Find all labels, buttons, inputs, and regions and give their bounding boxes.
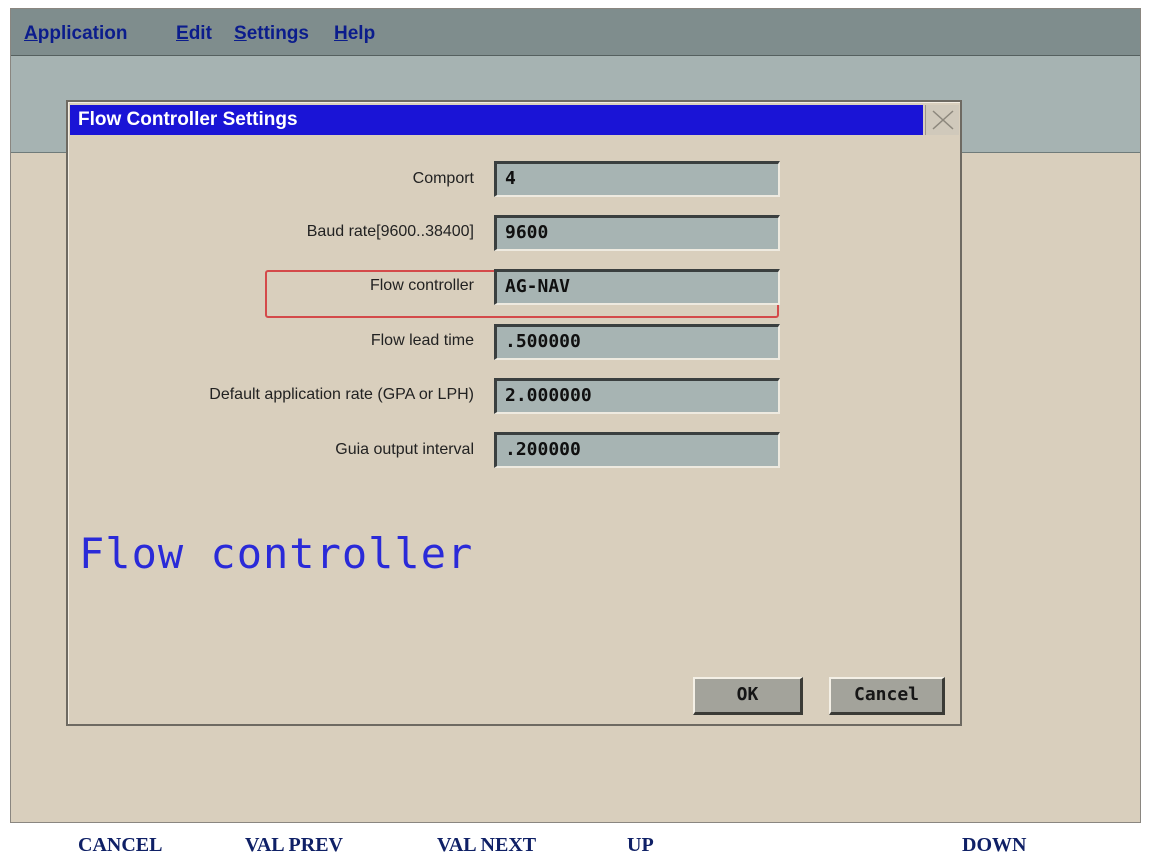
menu-settings-label: ettings	[246, 23, 309, 44]
close-icon	[932, 110, 954, 130]
menu-edit[interactable]: Edit	[176, 23, 212, 45]
app-window: Application Edit Settings Help Flow Cont…	[10, 8, 1141, 823]
menu-application[interactable]: Application	[24, 23, 127, 45]
baud-rate-label: Baud rate[9600..38400]	[306, 223, 474, 240]
guia-output-interval-input[interactable]: .200000	[494, 432, 780, 468]
fkey-down[interactable]: DOWN	[962, 834, 1026, 857]
flow-lead-time-label: Flow lead time	[370, 332, 474, 349]
comport-input[interactable]: 4	[494, 161, 780, 197]
ok-button[interactable]: OK	[693, 677, 803, 715]
flow-controller-settings-dialog: Flow Controller Settings Comport 4 Baud …	[66, 100, 962, 726]
dialog-title: Flow Controller Settings	[70, 105, 923, 135]
focused-field-name: Flow controller	[79, 529, 474, 578]
default-application-rate-label: Default application rate (GPA or LPH)	[209, 386, 474, 403]
menu-help-label: elp	[347, 23, 376, 44]
menu-edit-label: dit	[188, 23, 212, 44]
flow-lead-time-input[interactable]: .500000	[494, 324, 780, 360]
comport-label: Comport	[412, 170, 474, 187]
default-application-rate-input[interactable]: 2.000000	[494, 378, 780, 414]
dialog-close-button[interactable]	[925, 105, 959, 135]
menu-settings[interactable]: Settings	[234, 23, 309, 45]
cancel-button[interactable]: Cancel	[829, 677, 945, 715]
menu-application-label: pplication	[37, 23, 128, 44]
flow-controller-label: Flow controller	[369, 277, 474, 294]
flow-controller-input[interactable]: AG-NAV	[494, 269, 780, 305]
baud-rate-input[interactable]: 9600	[494, 215, 780, 251]
guia-output-interval-label: Guia output interval	[335, 441, 474, 458]
menu-bar: Application Edit Settings Help	[11, 9, 1140, 56]
fkey-cancel[interactable]: CANCEL	[78, 834, 162, 857]
fkey-val-next[interactable]: VAL NEXT	[437, 834, 536, 857]
function-key-bar: CANCEL VAL PREV VAL NEXT UP DOWN	[0, 823, 1149, 865]
menu-help[interactable]: Help	[334, 23, 375, 45]
fkey-up[interactable]: UP	[627, 834, 654, 857]
fkey-val-prev[interactable]: VAL PREV	[245, 834, 343, 857]
